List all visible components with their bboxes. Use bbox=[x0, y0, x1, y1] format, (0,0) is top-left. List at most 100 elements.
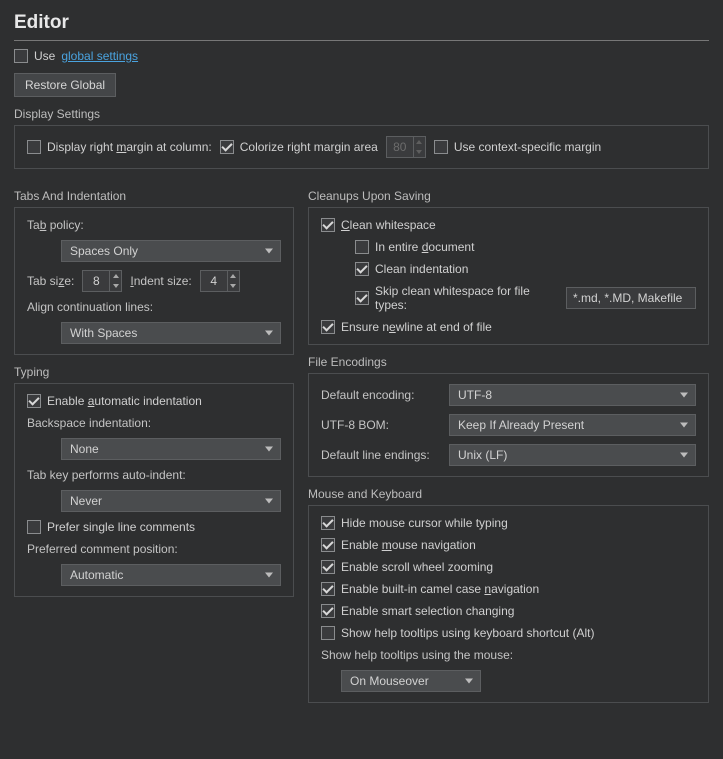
mouse-nav-label: Enable mouse navigation bbox=[341, 538, 476, 552]
auto-indent-label: Enable automatic indentation bbox=[47, 394, 202, 408]
hide-cursor-label: Hide mouse cursor while typing bbox=[341, 516, 508, 530]
bom-label: UTF-8 BOM: bbox=[321, 418, 441, 432]
help-shortcut-label: Show help tooltips using keyboard shortc… bbox=[341, 626, 594, 640]
spin-up-icon[interactable] bbox=[110, 271, 121, 281]
checkbox-icon bbox=[355, 262, 369, 276]
checkbox-icon bbox=[321, 320, 335, 334]
spin-down-icon[interactable] bbox=[228, 281, 239, 291]
tab-policy-select[interactable]: Spaces Only bbox=[61, 240, 281, 262]
align-continuation-label: Align continuation lines: bbox=[27, 300, 153, 314]
spin-down-icon[interactable] bbox=[110, 281, 121, 291]
tab-key-select[interactable]: Never bbox=[61, 490, 281, 512]
checkbox-icon bbox=[27, 394, 41, 408]
clean-whitespace-checkbox[interactable]: Clean whitespace bbox=[321, 218, 436, 232]
tabs-group: Tab policy: Spaces Only Tab size: Indent… bbox=[14, 207, 294, 355]
checkbox-icon bbox=[27, 140, 41, 154]
spin-down-icon bbox=[414, 147, 425, 157]
spin-up-icon[interactable] bbox=[228, 271, 239, 281]
backspace-select[interactable]: None bbox=[61, 438, 281, 460]
smart-sel-label: Enable smart selection changing bbox=[341, 604, 514, 618]
mouse-nav-checkbox[interactable]: Enable mouse navigation bbox=[321, 538, 476, 552]
spin-up-icon bbox=[414, 137, 425, 147]
prefer-single-line-checkbox[interactable]: Prefer single line comments bbox=[27, 520, 195, 534]
encodings-heading: File Encodings bbox=[308, 355, 709, 369]
checkbox-icon bbox=[321, 626, 335, 640]
clean-whitespace-label: Clean whitespace bbox=[341, 218, 436, 232]
skip-clean-label: Skip clean whitespace for file types: bbox=[375, 284, 558, 312]
typing-heading: Typing bbox=[14, 365, 294, 379]
checkbox-icon bbox=[27, 520, 41, 534]
use-global-prefix: Use bbox=[34, 49, 55, 63]
margin-column-spinner bbox=[386, 136, 426, 158]
scroll-zoom-checkbox[interactable]: Enable scroll wheel zooming bbox=[321, 560, 493, 574]
comment-pos-label: Preferred comment position: bbox=[27, 542, 178, 556]
checkbox-icon bbox=[321, 516, 335, 530]
hide-cursor-checkbox[interactable]: Hide mouse cursor while typing bbox=[321, 516, 508, 530]
help-mouse-select[interactable]: On Mouseover bbox=[341, 670, 481, 692]
backspace-label: Backspace indentation: bbox=[27, 416, 151, 430]
camel-case-label: Enable built-in camel case navigation bbox=[341, 582, 539, 596]
page-title: Editor bbox=[14, 12, 709, 34]
align-continuation-select[interactable]: With Spaces bbox=[61, 322, 281, 344]
line-endings-label: Default line endings: bbox=[321, 448, 441, 462]
cleanups-group: Clean whitespace In entire document Clea… bbox=[308, 207, 709, 345]
skip-clean-input[interactable] bbox=[566, 287, 696, 309]
indent-size-label: Indent size: bbox=[130, 274, 191, 288]
bom-select[interactable]: Keep If Already Present bbox=[449, 414, 696, 436]
tab-key-label: Tab key performs auto-indent: bbox=[27, 468, 186, 482]
auto-indent-checkbox[interactable]: Enable automatic indentation bbox=[27, 394, 202, 408]
clean-indentation-checkbox[interactable]: Clean indentation bbox=[355, 262, 468, 276]
encodings-group: Default encoding: UTF-8 UTF-8 BOM: Keep … bbox=[308, 373, 709, 477]
checkbox-icon bbox=[321, 604, 335, 618]
comment-pos-select[interactable]: Automatic bbox=[61, 564, 281, 586]
indent-size-input[interactable] bbox=[201, 271, 227, 291]
default-encoding-label: Default encoding: bbox=[321, 388, 441, 402]
checkbox-icon bbox=[355, 291, 369, 305]
indent-size-spinner[interactable] bbox=[200, 270, 240, 292]
cleanups-heading: Cleanups Upon Saving bbox=[308, 189, 709, 203]
ensure-newline-checkbox[interactable]: Ensure newline at end of file bbox=[321, 320, 492, 334]
tab-size-input[interactable] bbox=[83, 271, 109, 291]
in-entire-doc-checkbox[interactable]: In entire document bbox=[355, 240, 474, 254]
tab-size-spinner[interactable] bbox=[82, 270, 122, 292]
checkbox-icon bbox=[321, 582, 335, 596]
smart-sel-checkbox[interactable]: Enable smart selection changing bbox=[321, 604, 514, 618]
mouse-heading: Mouse and Keyboard bbox=[308, 487, 709, 501]
skip-clean-checkbox[interactable]: Skip clean whitespace for file types: bbox=[355, 284, 558, 312]
title-rule bbox=[14, 40, 709, 41]
line-endings-select[interactable]: Unix (LF) bbox=[449, 444, 696, 466]
checkbox-icon bbox=[355, 240, 369, 254]
camel-case-checkbox[interactable]: Enable built-in camel case navigation bbox=[321, 582, 539, 596]
in-entire-doc-label: In entire document bbox=[375, 240, 474, 254]
tab-size-label: Tab size: bbox=[27, 274, 74, 288]
margin-column-input bbox=[387, 137, 413, 157]
help-mouse-label: Show help tooltips using the mouse: bbox=[321, 648, 513, 662]
checkbox-icon bbox=[321, 560, 335, 574]
display-right-margin-checkbox[interactable]: Display right margin at column: bbox=[27, 140, 212, 154]
checkbox-icon bbox=[14, 49, 28, 63]
prefer-single-line-label: Prefer single line comments bbox=[47, 520, 195, 534]
checkbox-icon bbox=[434, 140, 448, 154]
checkbox-icon bbox=[321, 538, 335, 552]
display-settings-heading: Display Settings bbox=[14, 107, 709, 121]
restore-global-button[interactable]: Restore Global bbox=[14, 73, 116, 97]
tabs-heading: Tabs And Indentation bbox=[14, 189, 294, 203]
colorize-right-margin-checkbox[interactable]: Colorize right margin area bbox=[220, 140, 378, 154]
display-settings-group: Display right margin at column: Colorize… bbox=[14, 125, 709, 169]
mouse-group: Hide mouse cursor while typing Enable mo… bbox=[308, 505, 709, 703]
display-right-margin-label: Display right margin at column: bbox=[47, 140, 212, 154]
tab-policy-label: Tab policy: bbox=[27, 218, 84, 232]
typing-group: Enable automatic indentation Backspace i… bbox=[14, 383, 294, 597]
checkbox-icon bbox=[321, 218, 335, 232]
scroll-zoom-label: Enable scroll wheel zooming bbox=[341, 560, 493, 574]
colorize-right-margin-label: Colorize right margin area bbox=[240, 140, 378, 154]
default-encoding-select[interactable]: UTF-8 bbox=[449, 384, 696, 406]
context-specific-margin-checkbox[interactable]: Use context-specific margin bbox=[434, 140, 601, 154]
context-specific-margin-label: Use context-specific margin bbox=[454, 140, 601, 154]
clean-indentation-label: Clean indentation bbox=[375, 262, 468, 276]
global-settings-link[interactable]: global settings bbox=[61, 49, 138, 63]
ensure-newline-label: Ensure newline at end of file bbox=[341, 320, 492, 334]
checkbox-icon bbox=[220, 140, 234, 154]
use-global-checkbox[interactable]: Use bbox=[14, 49, 55, 63]
help-shortcut-checkbox[interactable]: Show help tooltips using keyboard shortc… bbox=[321, 626, 594, 640]
